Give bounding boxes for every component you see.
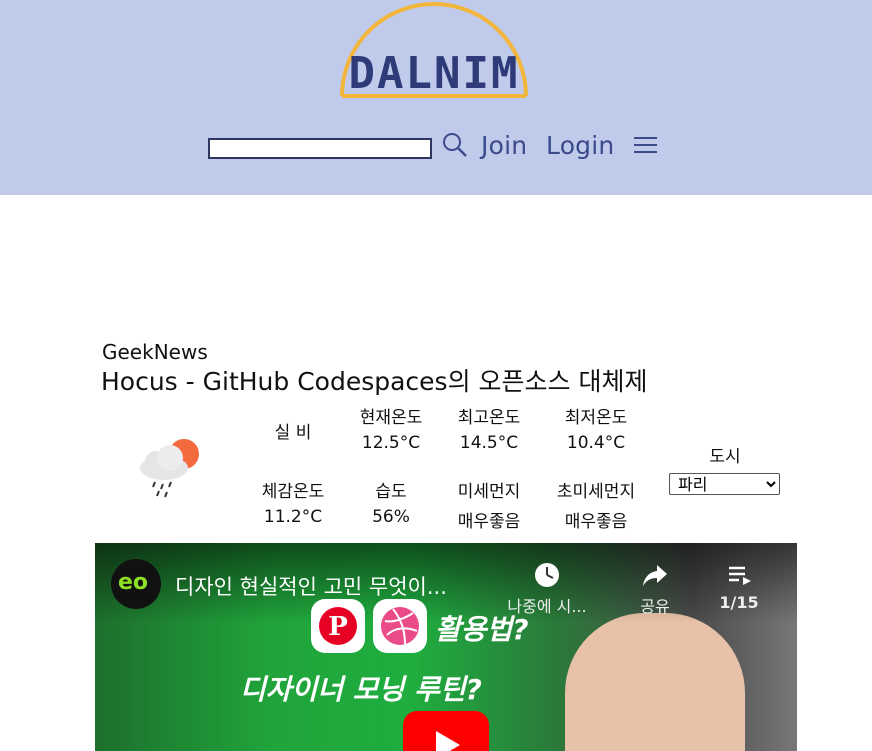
max-temp-value: 14.5°C	[459, 433, 519, 453]
min-temp-value: 10.4°C	[566, 433, 626, 453]
channel-logo-text: eo	[118, 570, 149, 595]
news-title[interactable]: Hocus - GitHub Codespaces의 오픈소스 대체제	[101, 362, 647, 398]
svg-text:P: P	[328, 612, 348, 642]
join-link[interactable]: Join	[481, 131, 527, 160]
pm10-label: 미세먼지	[457, 482, 521, 502]
weather-condition-label: 실 비	[274, 423, 312, 443]
share-icon	[643, 565, 667, 586]
search-icon[interactable]	[441, 131, 469, 159]
humidity-value: 56%	[372, 507, 410, 527]
youtube-video-embed[interactable]: eo 디자인 현실적인 고민 무엇이... 나중에 시... 공유 1/15 P	[95, 543, 797, 751]
news-source: GeekNews	[102, 340, 208, 364]
humidity-label: 습도	[375, 482, 407, 502]
site-header: DALNIM Join Login	[0, 0, 872, 195]
city-label: 도시	[709, 447, 741, 467]
min-temp-label: 최저온도	[564, 408, 628, 428]
pm10-value: 매우좋음	[457, 512, 521, 532]
feels-like-label: 체감온도	[261, 482, 325, 502]
dribbble-icon	[373, 599, 427, 653]
play-icon	[436, 731, 460, 751]
sun-cloud-rain-icon	[134, 434, 206, 504]
playlist-icon	[729, 566, 751, 585]
pinterest-icon: P	[311, 599, 365, 653]
playlist-button[interactable]: 1/15	[709, 561, 769, 612]
search-input[interactable]	[208, 138, 432, 159]
video-title[interactable]: 디자인 현실적인 고민 무엇이...	[175, 571, 447, 601]
channel-logo[interactable]: eo	[111, 559, 161, 609]
playlist-count: 1/15	[719, 593, 759, 612]
max-temp-label: 최고온도	[457, 408, 521, 428]
current-temp-label: 현재온도	[359, 408, 423, 428]
clock-icon	[535, 563, 559, 587]
feels-like-value: 11.2°C	[263, 507, 323, 527]
pm25-value: 매우좋음	[564, 512, 628, 532]
share-button[interactable]: 공유	[625, 561, 685, 617]
site-logo[interactable]: DALNIM	[336, 0, 532, 100]
login-link[interactable]: Login	[546, 131, 614, 160]
hamburger-menu-icon[interactable]	[632, 134, 660, 156]
overlay-text-line2: 디자이너 모닝 루틴?	[240, 673, 482, 706]
city-select[interactable]: 파리	[669, 473, 780, 495]
video-thumbnail-person	[565, 613, 745, 751]
overlay-text-line1: 활용법?	[435, 613, 529, 646]
youtube-play-button[interactable]	[403, 711, 489, 751]
current-temp-value: 12.5°C	[361, 433, 421, 453]
share-label: 공유	[640, 597, 670, 616]
logo-text: DALNIM	[349, 48, 520, 99]
pm25-label: 초미세먼지	[556, 482, 636, 502]
